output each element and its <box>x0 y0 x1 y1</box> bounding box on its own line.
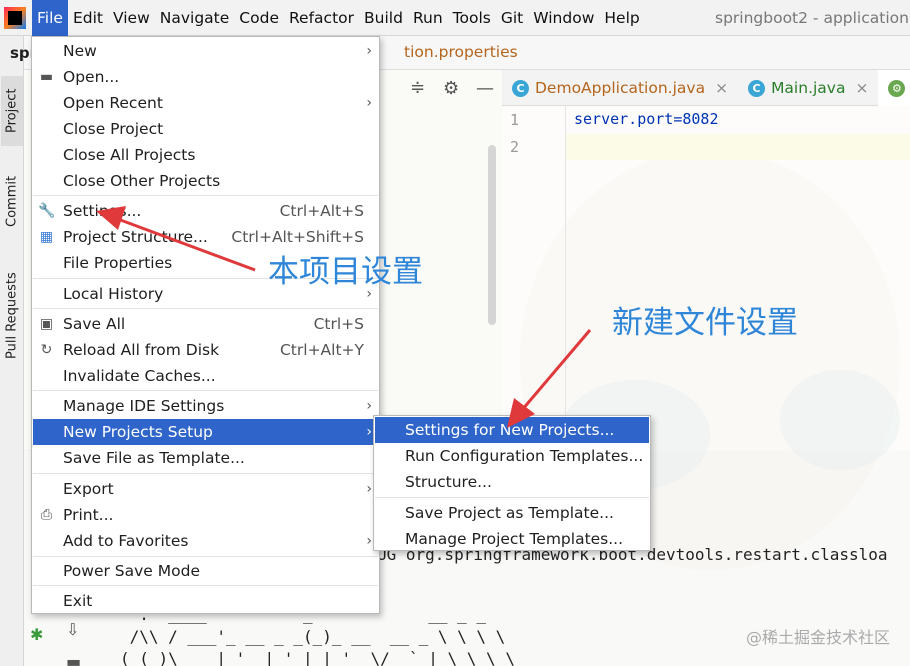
annotation-new-file-settings: 新建文件设置 <box>612 305 798 341</box>
arrow-head <box>507 398 535 428</box>
arrow-to-settings <box>114 216 256 272</box>
arrow-to-new-projects-settings <box>520 329 592 411</box>
watermark: @稀土掘金技术社区 <box>745 628 890 647</box>
arrow-head <box>96 206 126 230</box>
annotation-project-settings: 本项目设置 <box>268 254 423 290</box>
